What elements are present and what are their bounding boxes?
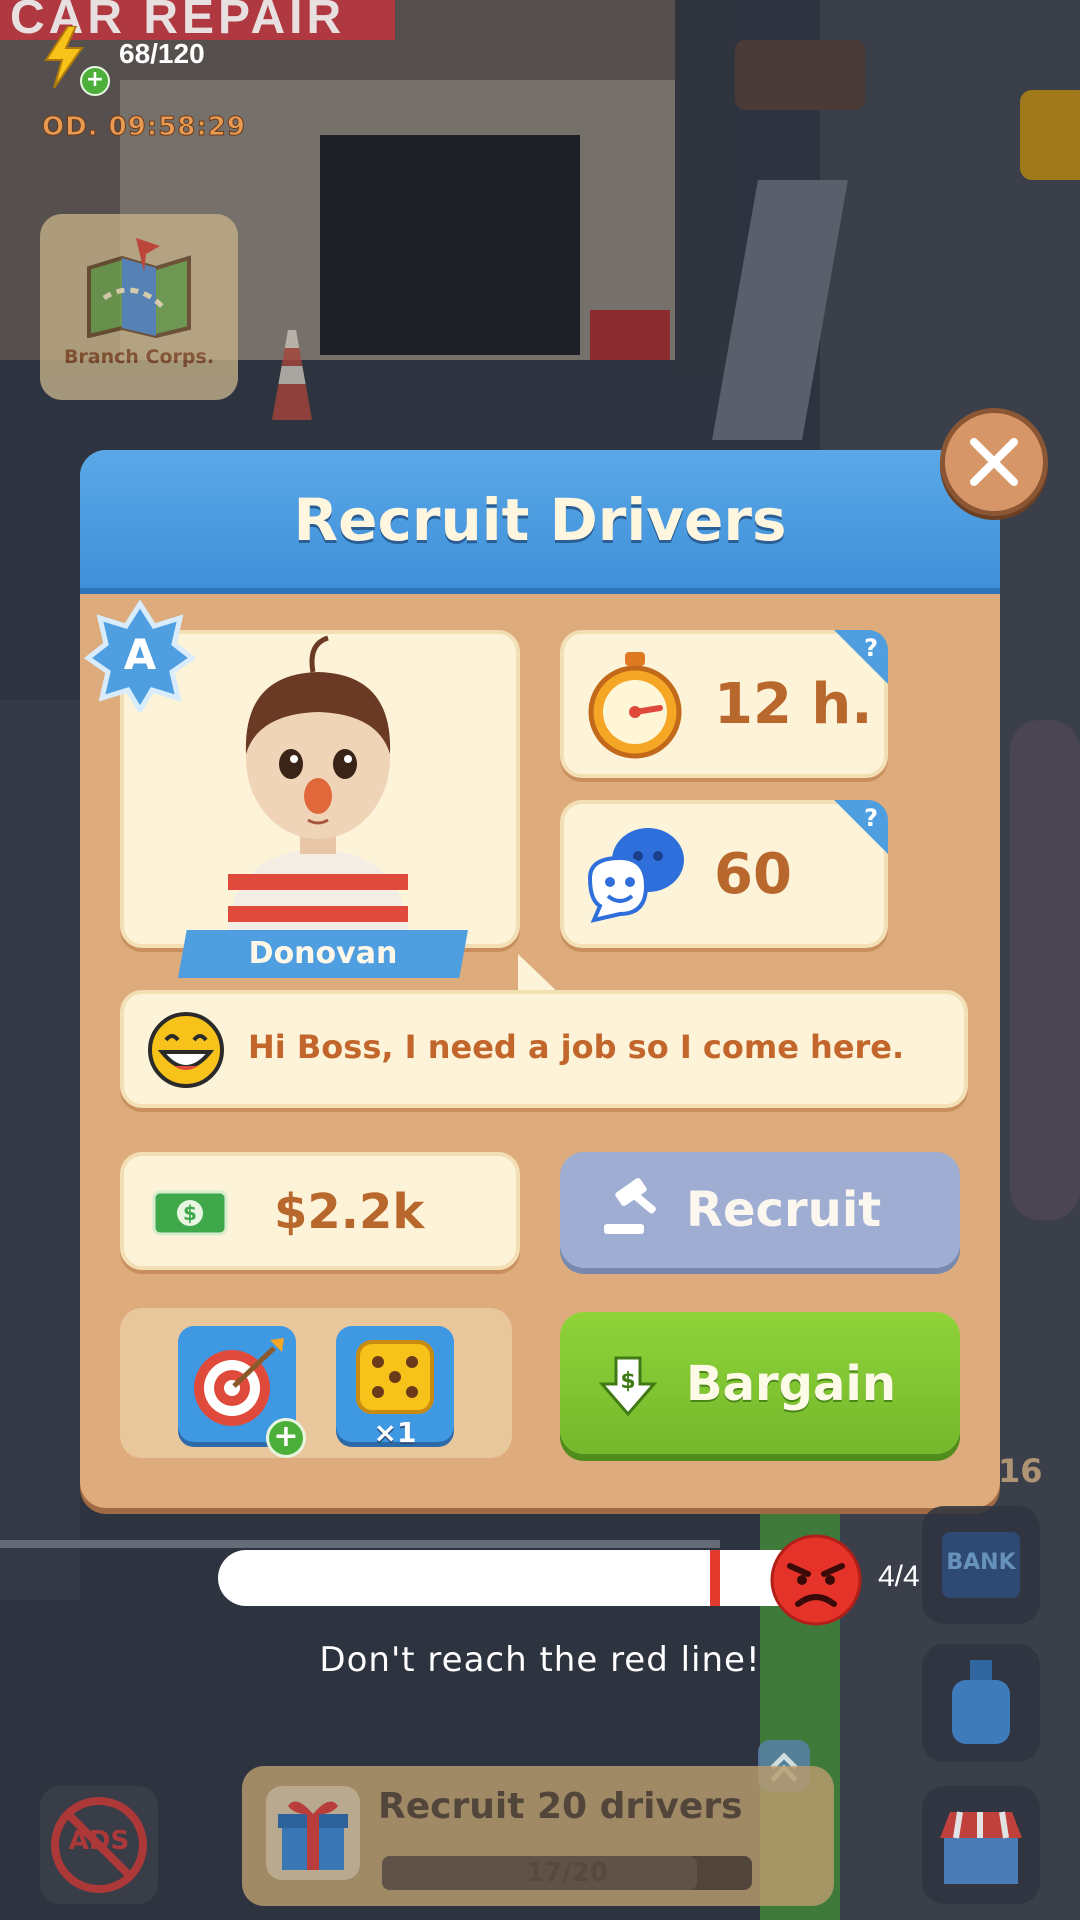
- driver-name: Donovan: [248, 936, 398, 971]
- recruit-button[interactable]: Recruit: [560, 1152, 960, 1268]
- dice-count: ×1: [373, 1416, 417, 1449]
- gift-box[interactable]: [266, 1786, 360, 1880]
- bargain-button-label: Bargain: [686, 1356, 897, 1412]
- mood-card: ? 60: [560, 800, 888, 948]
- speech-bubble: Hi Boss, I need a job so I come here.: [120, 990, 968, 1108]
- svg-text:$: $: [620, 1369, 635, 1394]
- taxi-car: [1020, 90, 1080, 180]
- driver-avatar: [228, 635, 408, 940]
- branch-corps-label: Branch Corps.: [63, 346, 215, 368]
- quest-panel[interactable]: Recruit 20 drivers 17/20: [242, 1766, 834, 1906]
- shop-red-trim: [590, 310, 670, 360]
- gift-icon: [278, 1801, 348, 1870]
- map-icon: [87, 238, 191, 338]
- stopwatch-icon: [588, 652, 682, 759]
- road-marking: [0, 1540, 720, 1548]
- rank-letter: A: [123, 630, 157, 679]
- rank-badge: A: [83, 599, 197, 715]
- dialog-title: Recruit Drivers: [293, 486, 787, 554]
- bank-label: BANK: [946, 1550, 1016, 1575]
- driver-name-plate: Donovan: [178, 930, 468, 978]
- recruit-button-label: Recruit: [686, 1182, 882, 1238]
- garage-door: [320, 135, 580, 355]
- target-item-button[interactable]: +: [178, 1326, 306, 1458]
- building-pillar: [675, 0, 735, 370]
- close-icon: [970, 438, 1018, 486]
- waiting-people: [1010, 720, 1080, 1220]
- countdown-timer: OD. 09:58:29: [42, 112, 246, 143]
- add-energy-button[interactable]: +: [80, 66, 110, 96]
- recruit-drivers-dialog: Recruit Drivers Donovan A ? 12 h. ? 60 H…: [80, 450, 1000, 1508]
- help-icon[interactable]: ?: [864, 804, 878, 832]
- bottle-icon: [952, 1660, 1010, 1744]
- bank-button[interactable]: BANK: [922, 1506, 1040, 1624]
- help-corner[interactable]: [834, 800, 888, 854]
- side-counter: 16: [998, 1452, 1043, 1490]
- driver-speech: Hi Boss, I need a job so I come here.: [248, 1028, 905, 1066]
- no-ads-label: ADS: [68, 1826, 130, 1856]
- patience-bar: [218, 1550, 836, 1606]
- work-hours-value: 12 h.: [714, 672, 873, 737]
- recruit-price: $2.2k: [274, 1184, 425, 1240]
- quest-title: Recruit 20 drivers: [378, 1786, 743, 1827]
- dialog-header: Recruit Drivers: [80, 450, 1000, 594]
- angry-face-icon: [770, 1534, 862, 1626]
- no-ads-button[interactable]: ADS: [40, 1786, 158, 1904]
- laughing-emoji-icon: [148, 1012, 224, 1088]
- mood-value: 60: [714, 842, 792, 907]
- work-hours-card: ? 12 h.: [560, 630, 888, 778]
- bottle-button[interactable]: [922, 1644, 1040, 1762]
- svg-text:$: $: [183, 1201, 197, 1225]
- price-down-icon: $: [598, 1356, 658, 1417]
- energy-counter: 68/120: [119, 38, 205, 69]
- quest-progress-bar: 17/20: [382, 1856, 752, 1890]
- branch-corps-button[interactable]: Branch Corps.: [40, 214, 238, 400]
- red-line-warning: Don't reach the red line!: [319, 1640, 761, 1680]
- parked-car: [735, 40, 865, 110]
- help-icon[interactable]: ?: [864, 634, 878, 662]
- gavel-icon: [604, 1178, 656, 1234]
- quest-progress-text: 17/20: [526, 1858, 608, 1888]
- close-dialog-button[interactable]: [940, 408, 1048, 516]
- cash-icon: $: [152, 1190, 228, 1236]
- parking-lot: [0, 700, 80, 1600]
- tools-panel: + ×1: [120, 1308, 512, 1458]
- add-target-button[interactable]: +: [266, 1418, 306, 1458]
- patience-count: 4/4: [878, 1560, 920, 1593]
- red-line-marker: [710, 1550, 720, 1606]
- recruit-price-card: $ $2.2k: [120, 1152, 520, 1270]
- shop-button[interactable]: [922, 1786, 1040, 1904]
- dice-item-button[interactable]: ×1: [336, 1326, 454, 1449]
- bargain-button[interactable]: $ Bargain: [560, 1312, 960, 1454]
- shop-icon: [940, 1811, 1022, 1884]
- chat-bubbles-icon: [587, 828, 684, 923]
